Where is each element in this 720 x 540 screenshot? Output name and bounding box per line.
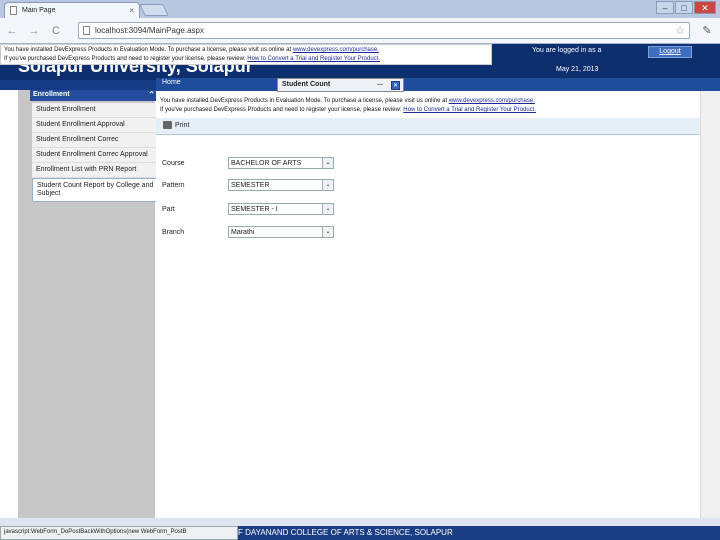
logged-in-text: You are logged in as a: [532, 47, 602, 54]
page-icon: [10, 6, 17, 15]
chevron-down-icon[interactable]: ⌄: [322, 204, 333, 214]
new-tab-button[interactable]: [139, 4, 169, 16]
branch-row: Branch Marathi ⌄: [162, 226, 334, 238]
address-bar[interactable]: localhost:3094/MainPage.aspx ☆: [78, 22, 690, 39]
sidebar-list: Student Enrollment Student Enrollment Ap…: [32, 103, 160, 202]
sidebar: Enrollment ⌃ Student Enrollment Student …: [18, 90, 160, 526]
course-label: Course: [162, 159, 185, 167]
current-date: May 21, 2013: [556, 66, 599, 73]
sidebar-header-label: Enrollment: [33, 91, 70, 98]
nav-home-link[interactable]: Home: [162, 79, 181, 86]
pattern-label: Pattern: [162, 181, 185, 189]
purchase-link[interactable]: www.devexpress.com/purchase.: [293, 47, 379, 53]
eval-line2: If you've purchased DevExpress Products …: [4, 56, 248, 62]
main-content: Print Course BACHELOR OF ARTS ⌄ Pattern …: [156, 91, 700, 526]
forward-icon[interactable]: →: [28, 25, 40, 37]
tab-close-icon[interactable]: ×: [129, 6, 134, 15]
footer-college-name: F DAYANAND COLLEGE OF ARTS & SCIENCE, SO…: [238, 528, 453, 537]
chevron-down-icon[interactable]: ⌄: [322, 227, 333, 237]
print-toolbar: Print: [156, 118, 700, 135]
eval-inner-line2: If you've purchased DevExpress Products …: [160, 107, 404, 113]
course-row: Course BACHELOR OF ARTS ⌄: [162, 157, 334, 169]
part-row: Part SEMESTER - I ⌄: [162, 203, 334, 215]
print-button[interactable]: Print: [163, 121, 189, 129]
browser-toolbar: ← → C localhost:3094/MainPage.aspx ☆ ✎: [0, 18, 720, 44]
part-value: SEMESTER - I: [231, 205, 278, 213]
wrench-icon[interactable]: ✎: [700, 24, 714, 37]
register-link[interactable]: How to Convert a Trial and Register Your…: [247, 56, 380, 62]
vertical-scrollbar[interactable]: [700, 91, 720, 526]
tab-title: Main Page: [22, 7, 56, 14]
back-icon[interactable]: ←: [6, 25, 18, 37]
evaluation-banner: You have installed DevExpress Products i…: [0, 44, 492, 65]
url-text[interactable]: localhost:3094/MainPage.aspx: [95, 26, 204, 35]
main-nav-bar: Home: [156, 78, 720, 91]
bookmark-star-icon[interactable]: ☆: [675, 24, 685, 37]
sidebar-item-correction-approval[interactable]: Student Enrollment Correc Approval: [32, 148, 160, 163]
logout-button[interactable]: Logout: [648, 46, 692, 58]
close-window-button[interactable]: ✕: [694, 1, 716, 14]
printer-icon: [163, 121, 172, 129]
sidebar-item-student-enrollment[interactable]: Student Enrollment: [32, 103, 160, 118]
chevron-down-icon[interactable]: ⌄: [322, 158, 333, 168]
minimize-button[interactable]: –: [656, 1, 674, 14]
tab-close-icon[interactable]: ×: [391, 81, 400, 90]
sidebar-item-student-count-report[interactable]: Student Count Report by College and Subj…: [32, 178, 160, 202]
page-icon: [83, 26, 90, 35]
register-link[interactable]: How to Convert a Trial and Register Your…: [403, 107, 536, 113]
print-label: Print: [175, 121, 190, 129]
course-select[interactable]: BACHELOR OF ARTS ⌄: [228, 157, 334, 169]
branch-label: Branch: [162, 228, 185, 236]
evaluation-banner-inner: You have installed DevExpress Products i…: [157, 96, 652, 117]
browser-titlebar: Main Page × – □ ✕: [0, 0, 720, 18]
horizontal-scrollbar[interactable]: [0, 518, 720, 526]
eval-line1: You have installed DevExpress Products i…: [4, 47, 293, 53]
reload-icon[interactable]: C: [50, 25, 62, 37]
maximize-button[interactable]: □: [675, 1, 693, 14]
tab-student-count-label: Student Count: [282, 81, 331, 88]
part-select[interactable]: SEMESTER - I ⌄: [228, 203, 334, 215]
sidebar-item-enrollment-approval[interactable]: Student Enrollment Approval: [32, 118, 160, 133]
pattern-select[interactable]: SEMESTER ⌄: [228, 179, 334, 191]
part-label: Part: [162, 205, 175, 213]
tab-student-count[interactable]: Student Count ... ×: [277, 78, 404, 92]
course-value: BACHELOR OF ARTS: [231, 159, 302, 167]
pattern-row: Pattern SEMESTER ⌄: [162, 179, 334, 191]
sidebar-item-enrollment-correction[interactable]: Student Enrollment Correc: [32, 133, 160, 148]
chevron-down-icon[interactable]: ⌄: [322, 180, 333, 190]
sidebar-header[interactable]: Enrollment ⌃: [30, 90, 160, 101]
browser-tab[interactable]: Main Page ×: [4, 2, 140, 18]
branch-select[interactable]: Marathi ⌄: [228, 226, 334, 238]
sidebar-item-prn-report[interactable]: Enrollment List with PRN Report: [32, 163, 160, 178]
web-page: Solapur University, Solapur You are logg…: [0, 44, 720, 526]
pattern-value: SEMESTER: [231, 181, 270, 189]
branch-value: Marathi: [231, 228, 255, 236]
tab-more-icon[interactable]: ...: [377, 80, 383, 87]
window-controls: – □ ✕: [656, 1, 716, 14]
eval-inner-line1: You have installed DevExpress Products i…: [160, 98, 449, 104]
status-bar-text: javascript:WebForm_DoPostBackWithOptions…: [0, 526, 238, 540]
purchase-link[interactable]: www.devexpress.com/purchase.: [449, 98, 535, 104]
collapse-icon[interactable]: ⌃: [148, 90, 155, 99]
